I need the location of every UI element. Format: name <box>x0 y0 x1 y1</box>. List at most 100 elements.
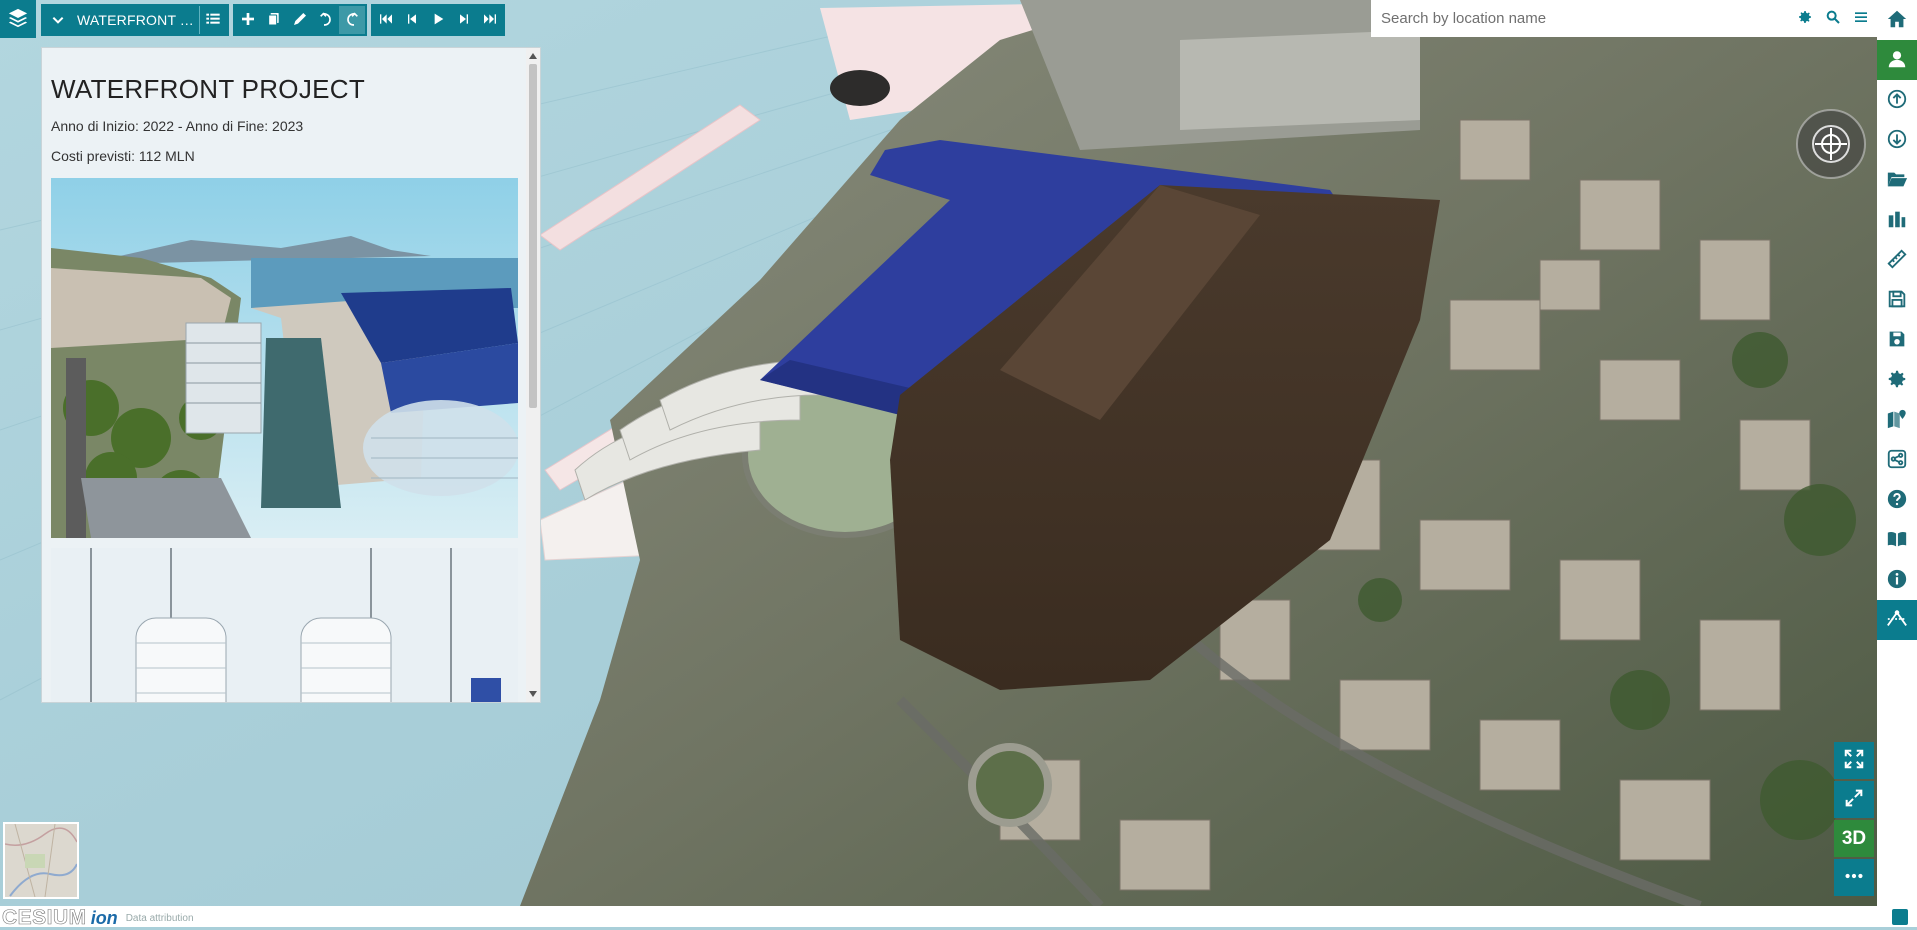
settings-icon <box>1886 368 1908 393</box>
upload-icon <box>1886 88 1908 113</box>
layer-title-chip[interactable]: WATERFRONT T... <box>41 4 229 36</box>
compass-icon <box>1796 109 1866 179</box>
play-icon <box>430 11 446 30</box>
fullscreen-button[interactable] <box>1834 742 1874 779</box>
info-icon <box>1886 568 1908 593</box>
search-icon <box>1825 9 1841 28</box>
book-icon <box>1886 528 1908 553</box>
cesium-credit[interactable]: CESIUM ion Data attribution <box>2 906 194 930</box>
playback-group <box>371 4 505 36</box>
ellipsis-icon <box>1843 865 1865 890</box>
share-icon <box>1886 448 1908 473</box>
copy-button[interactable] <box>261 6 287 34</box>
project-render-image-2 <box>51 548 518 702</box>
hamburger-icon <box>1853 9 1869 28</box>
undo-icon <box>318 11 334 30</box>
last-button[interactable] <box>477 6 503 34</box>
first-button[interactable] <box>373 6 399 34</box>
pencil-icon <box>292 11 308 30</box>
footer-config-icon[interactable] <box>1892 909 1908 925</box>
expand-icon <box>1843 748 1865 773</box>
sidebar-share[interactable] <box>1877 440 1917 480</box>
terrain-profile-icon <box>1885 608 1909 633</box>
sidebar-save-as[interactable] <box>1877 320 1917 360</box>
overview-minimap[interactable] <box>3 822 79 899</box>
search-input[interactable] <box>1379 9 1791 28</box>
sidebar-measure[interactable] <box>1877 240 1917 280</box>
sidebar-layers[interactable] <box>1877 200 1917 240</box>
gear-icon <box>1797 9 1813 28</box>
project-costs: Costi previsti: 112 MLN <box>51 148 195 164</box>
undo-button[interactable] <box>313 6 339 34</box>
panel-scrollbar[interactable] <box>526 48 540 702</box>
layer-title: WATERFRONT T... <box>77 12 195 28</box>
project-title: WATERFRONT PROJECT <box>51 74 366 104</box>
edit-button[interactable] <box>287 6 313 34</box>
data-attribution-link[interactable]: Data attribution <box>126 913 194 924</box>
layers-button[interactable] <box>0 0 36 38</box>
layers-stack-icon <box>1886 208 1908 233</box>
search-bar <box>1371 0 1877 37</box>
more-options-button[interactable] <box>1834 859 1874 896</box>
scroll-thumb[interactable] <box>529 64 537 408</box>
map-toolbar: WATERFRONT T... <box>41 4 505 36</box>
sidebar-open[interactable] <box>1877 160 1917 200</box>
step-forward-icon <box>456 11 472 30</box>
redo-icon <box>344 11 360 30</box>
zoom-extent-button[interactable] <box>1834 781 1874 818</box>
arrows-diagonal-icon <box>1843 787 1865 812</box>
list-icon <box>205 11 221 30</box>
project-render-image <box>51 178 518 538</box>
redo-button[interactable] <box>339 6 365 34</box>
sidebar-save[interactable] <box>1877 280 1917 320</box>
previous-button[interactable] <box>399 6 425 34</box>
ion-logo: ion <box>90 907 118 928</box>
add-button[interactable] <box>235 6 261 34</box>
download-icon <box>1886 128 1908 153</box>
next-button[interactable] <box>451 6 477 34</box>
list-button[interactable] <box>199 6 226 34</box>
copy-icon <box>266 11 282 30</box>
scroll-down-icon[interactable] <box>529 691 537 697</box>
plus-icon <box>240 11 256 30</box>
home-icon <box>1886 8 1908 33</box>
panel-content: WATERFRONT PROJECT Anno di Inizio: 2022 … <box>51 74 518 702</box>
search-settings-button[interactable] <box>1791 4 1819 34</box>
edit-tools-group <box>233 4 367 36</box>
cesium-logo: CESIUM <box>2 906 87 930</box>
minimap-image <box>5 824 77 897</box>
compass-navigation[interactable] <box>1795 108 1867 180</box>
sidebar-user[interactable] <box>1877 40 1917 80</box>
feature-info-panel[interactable]: WATERFRONT PROJECT Anno di Inizio: 2022 … <box>41 47 541 703</box>
sidebar-settings[interactable] <box>1877 360 1917 400</box>
sidebar-home[interactable] <box>1877 0 1917 40</box>
sidebar-guide[interactable] <box>1877 520 1917 560</box>
sidebar-terrain-profile[interactable] <box>1877 600 1917 640</box>
view-mode-3d-button[interactable]: 3D <box>1834 820 1874 857</box>
status-footer <box>0 906 1917 927</box>
layers-icon <box>7 7 29 32</box>
menu-button[interactable] <box>1847 4 1875 34</box>
scroll-up-icon[interactable] <box>529 53 537 59</box>
chevron-down-icon[interactable] <box>49 11 67 29</box>
map-marker-icon <box>1886 408 1908 433</box>
skip-first-icon <box>378 11 394 30</box>
skip-last-icon <box>482 11 498 30</box>
step-back-icon <box>404 11 420 30</box>
sidebar-download[interactable] <box>1877 120 1917 160</box>
save-as-icon <box>1886 328 1908 353</box>
right-sidebar <box>1877 0 1917 906</box>
folder-open-icon <box>1886 168 1908 193</box>
user-icon <box>1886 48 1908 73</box>
help-icon <box>1886 488 1908 513</box>
view-controls: 3D <box>1834 742 1874 898</box>
play-button[interactable] <box>425 6 451 34</box>
sidebar-info[interactable] <box>1877 560 1917 600</box>
sidebar-upload[interactable] <box>1877 80 1917 120</box>
ruler-icon <box>1886 248 1908 273</box>
save-icon <box>1886 288 1908 313</box>
sidebar-map[interactable] <box>1877 400 1917 440</box>
search-button[interactable] <box>1819 4 1847 34</box>
sidebar-help[interactable] <box>1877 480 1917 520</box>
project-years: Anno di Inizio: 2022 - Anno di Fine: 202… <box>51 118 304 134</box>
